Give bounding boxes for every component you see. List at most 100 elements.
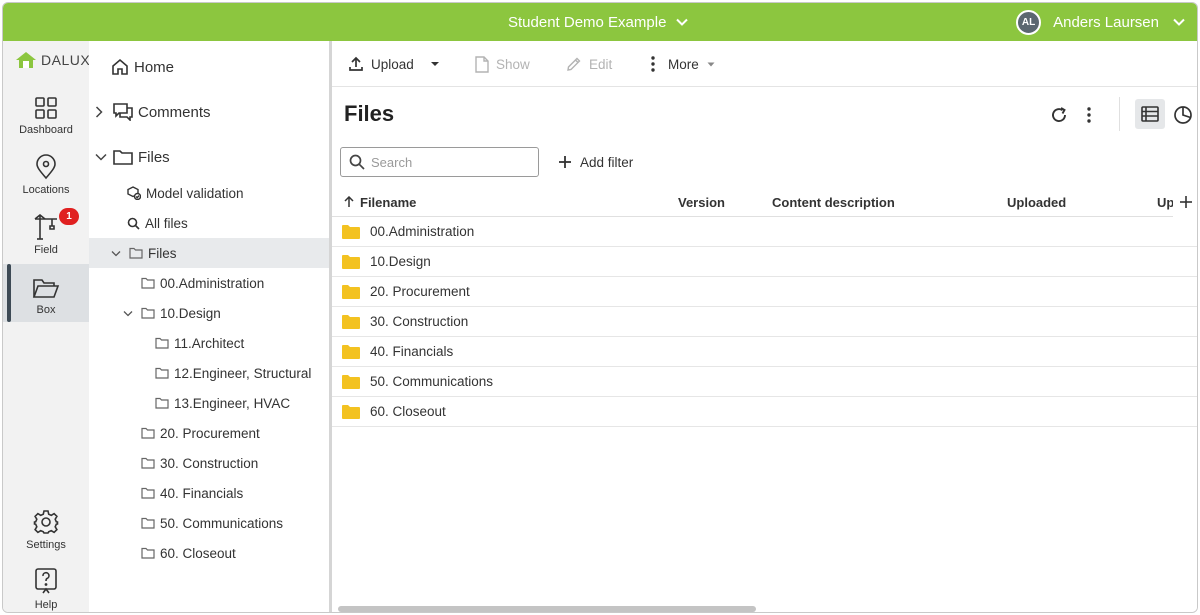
rail-item-locations[interactable]: Locations: [3, 144, 89, 202]
column-header-uploaded[interactable]: Uploaded: [1007, 187, 1066, 217]
rail-label-dashboard: Dashboard: [19, 124, 73, 136]
tree-item-folder[interactable]: 20. Procurement: [89, 418, 329, 448]
rail-item-dashboard[interactable]: Dashboard: [3, 84, 89, 142]
tree-item-files-root[interactable]: Files: [89, 137, 329, 177]
more-label: More: [668, 56, 699, 72]
tree-label-folder: 50. Communications: [160, 515, 284, 531]
user-menu[interactable]: AL Anders Laursen: [1016, 3, 1185, 41]
folder-outline-icon: [141, 487, 155, 499]
more-vertical-icon: [651, 56, 655, 72]
tree-item-folder[interactable]: 00.Administration: [89, 268, 329, 298]
row-filename: 50. Communications: [370, 374, 494, 389]
app-window: Student Demo Example AL Anders Laursen D…: [2, 2, 1198, 613]
gear-icon: [33, 510, 59, 534]
home-icon: [111, 58, 129, 76]
folder-outline-icon: [141, 277, 155, 289]
tree-label-all-files: All files: [145, 215, 188, 231]
comments-icon: [113, 103, 133, 121]
table-row[interactable]: 00.Administration: [332, 217, 1197, 247]
folder-icon: [342, 314, 360, 329]
tree-label-comments: Comments: [138, 103, 211, 121]
column-header-filename[interactable]: Filename: [344, 187, 416, 217]
tree-label-files: Files: [148, 245, 177, 261]
row-filename: 00.Administration: [370, 224, 475, 239]
tree-item-folder[interactable]: 13.Engineer, HVAC: [89, 388, 329, 418]
rail-label-box: Box: [36, 304, 56, 316]
row-filename: 30. Construction: [370, 314, 469, 329]
tree-item-home[interactable]: Home: [89, 47, 329, 87]
dalux-logo[interactable]: DALUX: [15, 51, 90, 69]
rail-item-box[interactable]: Box: [3, 264, 89, 322]
toolbar: Upload Show Edit More: [332, 41, 1197, 87]
tree-item-folder[interactable]: 12.Engineer, Structural: [89, 358, 329, 388]
plus-icon: [559, 156, 571, 168]
column-label: Uploaded: [1007, 194, 1067, 210]
more-options-button[interactable]: [1075, 101, 1103, 129]
column-label: Version: [678, 194, 725, 210]
tree-label-folder: 30. Construction: [160, 455, 259, 471]
open-folder-icon: [32, 279, 60, 298]
tree-label-model-validation: Model validation: [146, 185, 244, 201]
project-selector[interactable]: Student Demo Example: [508, 3, 689, 41]
add-filter-button[interactable]: Add filter: [558, 147, 633, 177]
document-icon: [475, 55, 489, 73]
avatar: AL: [1016, 9, 1042, 35]
table-row[interactable]: 10.Design: [332, 247, 1197, 277]
list-view-icon: [1141, 106, 1159, 122]
more-button[interactable]: More: [650, 41, 722, 87]
table-row[interactable]: 50. Communications: [332, 367, 1197, 397]
edit-button[interactable]: Edit: [566, 41, 612, 87]
table-row[interactable]: 20. Procurement: [332, 277, 1197, 307]
list-view-button[interactable]: [1135, 99, 1165, 129]
tree-item-folder-design[interactable]: 10.Design: [89, 298, 329, 328]
folder-icon: [342, 284, 360, 299]
tree-item-folder[interactable]: 40. Financials: [89, 478, 329, 508]
rail-item-help[interactable]: Help: [3, 559, 89, 612]
refresh-button[interactable]: [1045, 101, 1073, 129]
chevron-down-icon: [123, 310, 135, 317]
more-vertical-icon: [1087, 107, 1091, 123]
search-field[interactable]: [340, 147, 539, 177]
chevron-down-icon: [676, 18, 689, 26]
logo-text: DALUX: [41, 52, 91, 68]
folder-outline-icon: [141, 517, 155, 529]
show-button[interactable]: Show: [475, 41, 530, 87]
column-header-version[interactable]: Version: [678, 187, 725, 217]
chevron-down-icon: [1173, 18, 1185, 26]
folder-outline-icon: [113, 149, 133, 165]
tree-item-files[interactable]: Files: [89, 238, 329, 268]
add-column-button[interactable]: [1173, 187, 1197, 217]
table-row[interactable]: 30. Construction: [332, 307, 1197, 337]
horizontal-scrollbar[interactable]: [338, 606, 756, 612]
folder-outline-icon: [141, 457, 155, 469]
folder-outline-icon: [129, 247, 143, 259]
search-input[interactable]: [371, 154, 531, 170]
chart-view-button[interactable]: [1169, 101, 1197, 129]
user-name: Anders Laursen: [1053, 13, 1159, 31]
tree-item-folder[interactable]: 30. Construction: [89, 448, 329, 478]
tree-item-folder[interactable]: 60. Closeout: [89, 538, 329, 568]
add-filter-label: Add filter: [580, 154, 634, 170]
pencil-icon: [567, 57, 581, 71]
folder-icon: [342, 224, 360, 239]
rail-item-settings[interactable]: Settings: [3, 499, 89, 557]
caret-down-icon: [707, 62, 715, 66]
tree-item-folder[interactable]: 50. Communications: [89, 508, 329, 538]
table-row[interactable]: 60. Closeout: [332, 397, 1197, 427]
field-notification-badge: 1: [59, 208, 79, 225]
column-header-content-description[interactable]: Content description: [772, 187, 895, 217]
tree-item-model-validation[interactable]: Model validation: [89, 178, 329, 208]
tree-item-all-files[interactable]: All files: [89, 208, 329, 238]
column-label: Content description: [772, 194, 895, 210]
plus-icon: [1180, 196, 1192, 208]
table-row[interactable]: 40. Financials: [332, 337, 1197, 367]
tree-item-comments[interactable]: Comments: [89, 92, 329, 132]
upload-button[interactable]: Upload: [348, 41, 447, 87]
row-filename: 60. Closeout: [370, 404, 446, 419]
rail-item-field[interactable]: 1 Field: [3, 204, 89, 262]
navigation-tree: Home Comments Files Model validation All…: [89, 41, 329, 612]
table-header: Filename Version Content description Upl…: [332, 187, 1197, 217]
tree-label-home: Home: [134, 58, 175, 76]
upload-icon: [349, 56, 363, 71]
tree-item-folder[interactable]: 11.Architect: [89, 328, 329, 358]
